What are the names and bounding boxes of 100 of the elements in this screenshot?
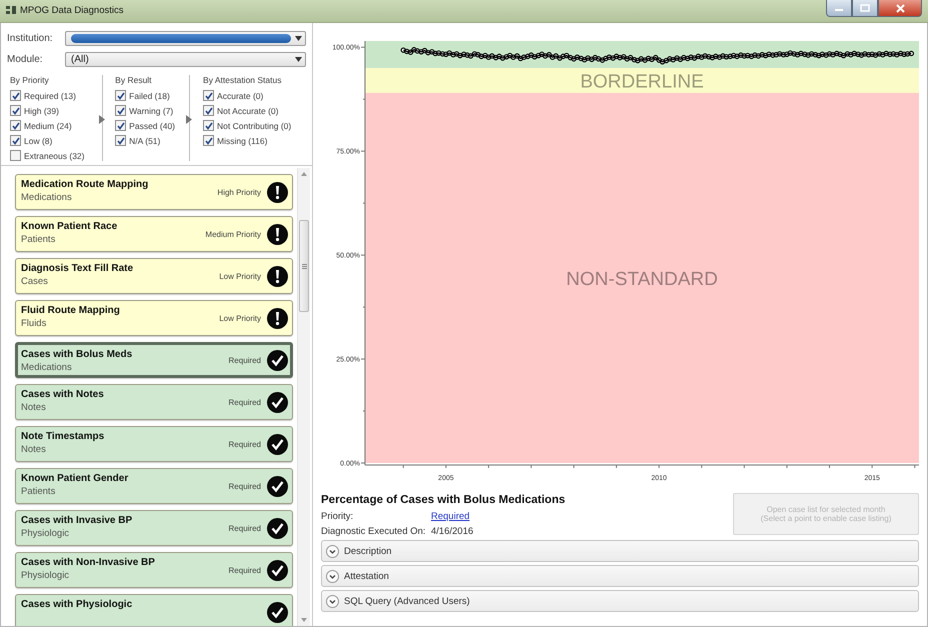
check-icon <box>267 560 288 580</box>
chevron-down-icon <box>326 594 339 608</box>
card-title: Cases with Physiologic <box>21 599 134 610</box>
checkbox[interactable] <box>10 90 21 101</box>
priority-label: Required <box>228 398 261 406</box>
checkbox-label: Warning (7) <box>129 106 174 116</box>
card-title: Known Patient Race <box>21 221 118 232</box>
diagnostic-title: Percentage of Cases with Bolus Medications <box>321 494 566 506</box>
data-point[interactable] <box>908 50 914 56</box>
checkbox-label: Medium (24) <box>24 120 72 130</box>
priority-label: Required <box>228 482 261 490</box>
chevron-down-icon <box>326 570 339 582</box>
warning-icon <box>267 266 288 286</box>
checkbox[interactable] <box>115 105 126 116</box>
card-category: Fluids <box>21 318 48 329</box>
checkbox[interactable] <box>203 135 214 146</box>
checkbox-label: Not Contributing (0) <box>217 120 292 130</box>
card-category: Patients <box>21 486 56 497</box>
checkbox-label: Extraneous (32) <box>24 150 84 160</box>
check-icon <box>267 602 288 622</box>
field-label: Diagnostic Executed On: <box>321 526 427 537</box>
card-title: Cases with Non-Invasive BP <box>21 557 156 568</box>
priority-label: Required <box>228 566 261 574</box>
diagnostic-card[interactable]: Note Timestamps Notes Required <box>15 426 293 462</box>
checkbox-label: Required (13) <box>24 90 76 100</box>
priority-label: Required <box>228 356 261 364</box>
diagnostic-card[interactable]: Fluid Route Mapping Fluids Low Priority <box>15 300 293 336</box>
card-category: Notes <box>21 444 47 455</box>
warning-icon <box>267 182 288 202</box>
check-icon <box>267 350 288 370</box>
card-category: Medications <box>21 362 73 373</box>
arrow-icon <box>98 115 105 124</box>
institution-dropdown[interactable] <box>65 31 306 46</box>
checkbox[interactable] <box>10 120 21 131</box>
diagnostic-card[interactable]: Known Patient Race Patients Medium Priority <box>15 216 293 252</box>
checkbox[interactable] <box>115 135 126 146</box>
priority-label: Required <box>228 524 261 532</box>
checkbox[interactable] <box>10 105 21 116</box>
card-category: Patients <box>21 234 56 245</box>
priority-link[interactable]: Required <box>431 511 566 522</box>
checkbox-label: Low (8) <box>24 136 52 146</box>
caret-icon <box>295 36 302 41</box>
diagnostic-card[interactable]: Cases with Notes Notes Required <box>15 384 293 420</box>
checkbox-label: Not Accurate (0) <box>217 106 278 116</box>
module-dropdown[interactable]: (All) <box>65 52 306 67</box>
band-label: NON-STANDARD <box>566 268 718 290</box>
app-icon <box>6 6 16 14</box>
diagnostic-card[interactable]: Known Patient Gender Patients Required <box>15 468 293 504</box>
checkbox[interactable] <box>203 120 214 131</box>
field-label: Priority: <box>321 511 354 522</box>
checkbox-label: Missing (116) <box>217 136 268 146</box>
minimize-button[interactable] <box>826 0 852 17</box>
card-category: Medications <box>21 192 73 203</box>
maximize-button[interactable] <box>852 0 878 17</box>
checkbox[interactable] <box>10 150 21 161</box>
checkbox[interactable] <box>115 90 126 101</box>
checkbox-label: High (39) <box>24 106 59 116</box>
warning-icon <box>267 308 288 328</box>
checkbox-label: Passed (40) <box>129 120 176 130</box>
diagnostic-card[interactable]: Cases with Invasive BP Physiologic Required <box>15 510 293 546</box>
priority-label: Low Priority <box>219 272 261 280</box>
close-button[interactable] <box>878 0 922 17</box>
checkbox[interactable] <box>115 120 126 131</box>
card-title: Cases with Bolus Meds <box>21 349 134 360</box>
card-title: Diagnosis Text Fill Rate <box>21 263 134 274</box>
card-category: Physiologic <box>21 570 70 581</box>
close-icon <box>896 4 904 12</box>
arrow-icon <box>186 115 192 124</box>
check-icon <box>267 434 288 454</box>
section-expander[interactable]: Attestation <box>321 565 919 587</box>
diagnostic-card[interactable]: Diagnosis Text Fill Rate Cases Low Priority <box>15 258 293 294</box>
check-icon <box>267 392 288 412</box>
checkbox[interactable] <box>203 105 214 116</box>
group-heading: By Priority <box>10 75 50 85</box>
card-title: Fluid Route Mapping <box>21 305 121 316</box>
checkbox-label: Accurate (0) <box>217 90 264 100</box>
check-icon <box>267 476 288 496</box>
checkbox[interactable] <box>203 90 214 101</box>
card-title: Cases with Notes <box>21 389 105 400</box>
card-category: Physiologic <box>21 528 70 539</box>
diagnostic-card[interactable]: Cases with Physiologic <box>15 594 293 626</box>
diagnostic-card[interactable]: Medication Route Mapping Medications High Priority <box>15 174 293 210</box>
scrollbar-thumb[interactable] <box>299 220 309 312</box>
checkbox[interactable] <box>10 135 21 146</box>
group-heading: By Attestation Status <box>203 75 282 85</box>
field-label: Module: <box>7 54 44 65</box>
diagnostic-card[interactable]: Cases with Non-Invasive BP Physiologic Required <box>15 552 293 588</box>
check-icon <box>267 518 288 538</box>
card-title: Known Patient Gender <box>21 473 130 484</box>
group-heading: By Result <box>115 75 153 85</box>
priority-label: Low Priority <box>219 314 261 322</box>
warning-icon <box>267 224 288 244</box>
card-category: Cases <box>21 276 49 287</box>
section-expander[interactable]: Description <box>321 540 919 562</box>
card-title: Medication Route Mapping <box>21 179 150 190</box>
field-label: Institution: <box>7 33 54 44</box>
checkbox-label: N/A (51) <box>129 136 160 146</box>
priority-label: Required <box>228 440 261 448</box>
diagnostic-card[interactable]: Cases with Bolus Meds Medications Required <box>15 342 293 378</box>
section-expander[interactable]: SQL Query (Advanced Users) <box>321 590 919 612</box>
